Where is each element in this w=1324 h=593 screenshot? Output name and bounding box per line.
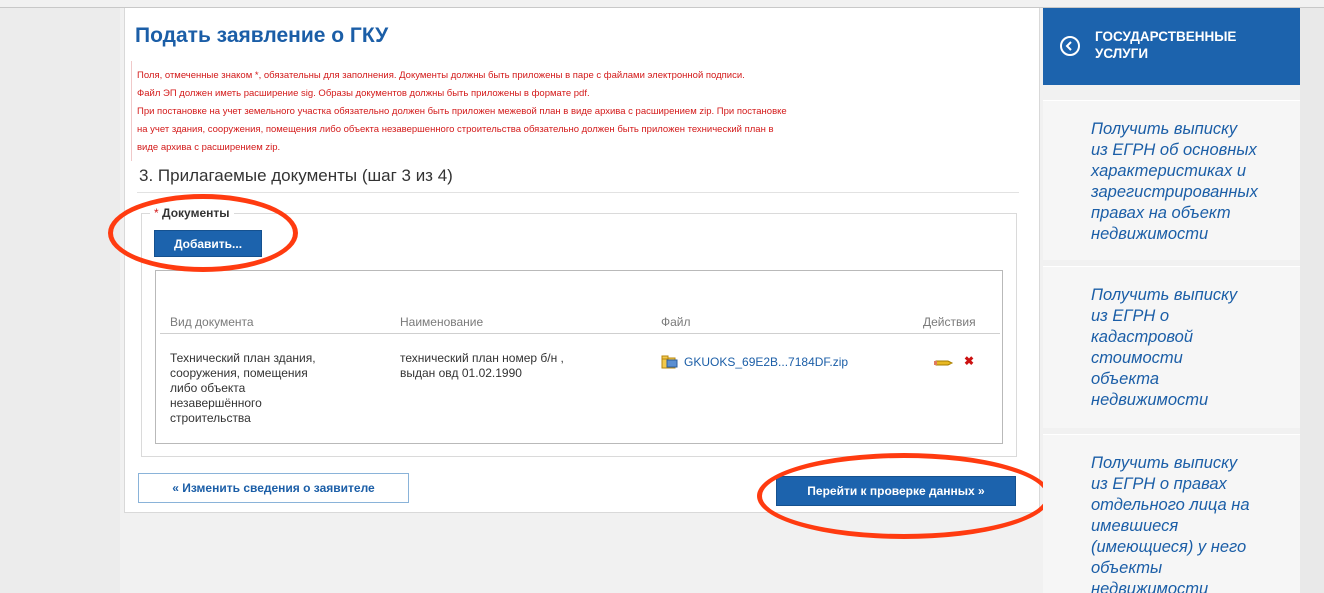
sidebar-label-line: отдельного лица на [1091,496,1250,514]
annotation-oval-add [108,194,298,272]
sidebar-header[interactable]: ГОСУДАРСТВЕННЫЕ УСЛУГИ [1043,8,1300,85]
sidebar-label-line: недвижимости [1091,225,1209,243]
notice-text: Поля, отмеченные знаком *, обязательны д… [137,67,1027,157]
document-name-line: выдан овд 01.02.1990 [400,366,522,380]
document-type-line: Технический план здания, [170,351,316,365]
zip-file-icon [661,355,679,369]
left-background [0,8,120,593]
header-document-type: Вид документа [170,315,254,329]
notice-line-4: на учет здания, сооружения, помещения ли… [137,124,774,135]
notice-line-5: виде архива с расширением zip. [137,142,281,153]
documents-table: Вид документа Наименование Файл Действия… [155,270,1003,444]
delete-x-icon[interactable]: ✖ [964,354,974,368]
circle-chevron-left-icon[interactable] [1060,36,1080,56]
notice-line-2: Файл ЭП должен иметь расширение sig. Обр… [137,88,590,99]
document-type-line: незавершённого [170,396,262,410]
sidebar-label-line: правах на объект [1091,204,1231,222]
sidebar-label-line: из ЕГРН о [1091,307,1170,325]
document-type-line: сооружения, помещения [170,366,308,380]
header-actions: Действия [923,315,976,329]
row-document-name: технический план номер б/н , выдан овд 0… [400,351,640,381]
sidebar-label-line: недвижимости [1091,580,1209,593]
sidebar-item-extract-main-characteristics[interactable]: Получить выписку из ЕГРН об основных хар… [1043,100,1300,260]
notice-line-1: Поля, отмеченные знаком *, обязательны д… [137,70,745,81]
step-divider [137,192,1019,193]
sidebar-item-label: Получить выписку из ЕГРН об основных хар… [1091,119,1296,245]
document-type-line: строительства [170,411,251,425]
row-document-type: Технический план здания, сооружения, пом… [170,351,370,426]
sidebar-label-line: объекта [1091,370,1160,388]
document-type-line: либо объекта [170,381,246,395]
sidebar-label-line: Получить выписку [1091,286,1238,304]
document-name-line: технический план номер б/н , [400,351,564,365]
sidebar-label-line: из ЕГРН об основных [1091,141,1257,159]
sidebar-label-line: объекты [1091,559,1163,577]
pencil-icon[interactable] [934,355,954,373]
step-title: 3. Прилагаемые документы (шаг 3 из 4) [139,166,453,185]
sidebar-label-line: Получить выписку [1091,120,1238,138]
sidebar-title: ГОСУДАРСТВЕННЫЕ УСЛУГИ [1095,29,1237,61]
sidebar-label-line: стоимости [1091,349,1183,367]
sidebar-label-line: недвижимости [1091,391,1209,409]
header-file: Файл [661,315,691,329]
file-link[interactable]: GKUOKS_69E2B...7184DF.zip [661,355,848,369]
change-applicant-button[interactable]: « Изменить сведения о заявителе [138,473,409,503]
file-name: GKUOKS_69E2B...7184DF.zip [684,355,849,369]
right-background [1300,8,1324,593]
notice-line-3: При постановке на учет земельного участк… [137,106,787,117]
header-document-name: Наименование [400,315,484,329]
sidebar-label-line: из ЕГРН о правах [1091,475,1227,493]
sidebar-item-extract-cadastral-value[interactable]: Получить выписку из ЕГРН о кадастровой с… [1043,266,1300,428]
sidebar-item-extract-person-rights[interactable]: Получить выписку из ЕГРН о правах отдель… [1043,434,1300,593]
sidebar-label-line: Получить выписку [1091,454,1238,472]
sidebar-label-line: зарегистрированных [1091,183,1258,201]
sidebar-label-line: имевшиеся [1091,517,1179,535]
sidebar-label-line: характеристиках и [1091,162,1246,180]
page-title: Подать заявление о ГКУ [135,24,389,47]
sidebar-label-line: (имеющиеся) у него [1091,538,1247,556]
sidebar-label-line: кадастровой [1091,328,1194,346]
sidebar-item-label: Получить выписку из ЕГРН о правах отдель… [1091,453,1296,593]
header-divider [160,333,1000,334]
annotation-oval-next [757,453,1051,539]
sidebar-item-label: Получить выписку из ЕГРН о кадастровой с… [1091,285,1296,411]
